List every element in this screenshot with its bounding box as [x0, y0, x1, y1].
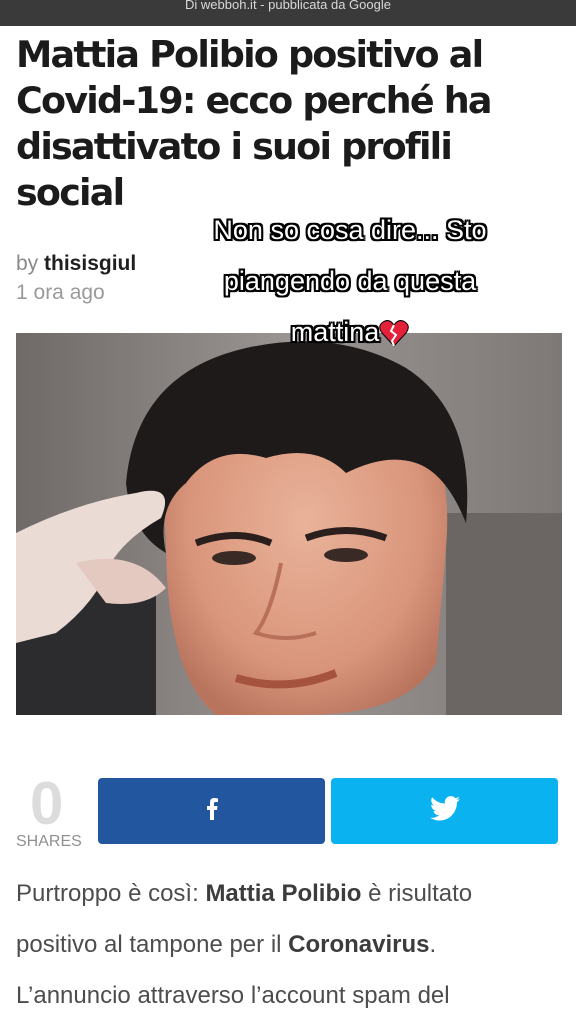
shares-label: SHARES — [16, 833, 82, 850]
broken-heart-icon — [379, 313, 410, 364]
byline: by thisisgiul — [16, 252, 136, 276]
body-text-segment: è risultato — [361, 880, 473, 907]
facebook-share-button[interactable] — [98, 778, 325, 844]
caption-line-2: piangendo da questa — [223, 266, 477, 296]
article-body: Purtroppo è così: Mattia Polibio è risul… — [16, 868, 576, 1021]
body-text-segment: . — [429, 931, 437, 958]
facebook-icon — [206, 797, 218, 825]
body-line-2: positivo al tampone per il Coronavirus. — [16, 919, 576, 970]
twitter-share-button[interactable] — [331, 778, 558, 844]
body-line-1: Purtroppo è così: Mattia Polibio è risul… — [16, 868, 576, 919]
person-name-link[interactable]: Mattia Polibio — [205, 880, 361, 907]
publish-time: 1 ora ago — [16, 281, 105, 304]
body-line-3: L’annuncio attraverso l’account spam del — [16, 982, 450, 1009]
overlay-caption: Non so cosa dire... Sto piangendo da que… — [150, 205, 550, 364]
byline-prefix: by — [16, 252, 39, 275]
article-headline: Mattia Polibio positivo al Covid-19: ecc… — [16, 33, 493, 214]
caption-line-3: mattina — [290, 317, 380, 347]
shares-count: 0 — [30, 770, 64, 837]
body-text-segment: Purtroppo è così: — [16, 880, 206, 907]
top-bar-source: Di webboh.it - pubblicata da Google — [185, 0, 391, 12]
caption-line-1: Non so cosa dire... Sto — [213, 215, 487, 245]
twitter-icon — [429, 796, 460, 826]
author-link[interactable]: thisisgiul — [44, 252, 136, 275]
article-photo — [16, 333, 562, 715]
top-bar: Di webboh.it - pubblicata da Google — [0, 0, 576, 26]
coronavirus-link[interactable]: Coronavirus — [288, 931, 429, 958]
body-text-segment: positivo al tampone per il — [16, 931, 289, 958]
